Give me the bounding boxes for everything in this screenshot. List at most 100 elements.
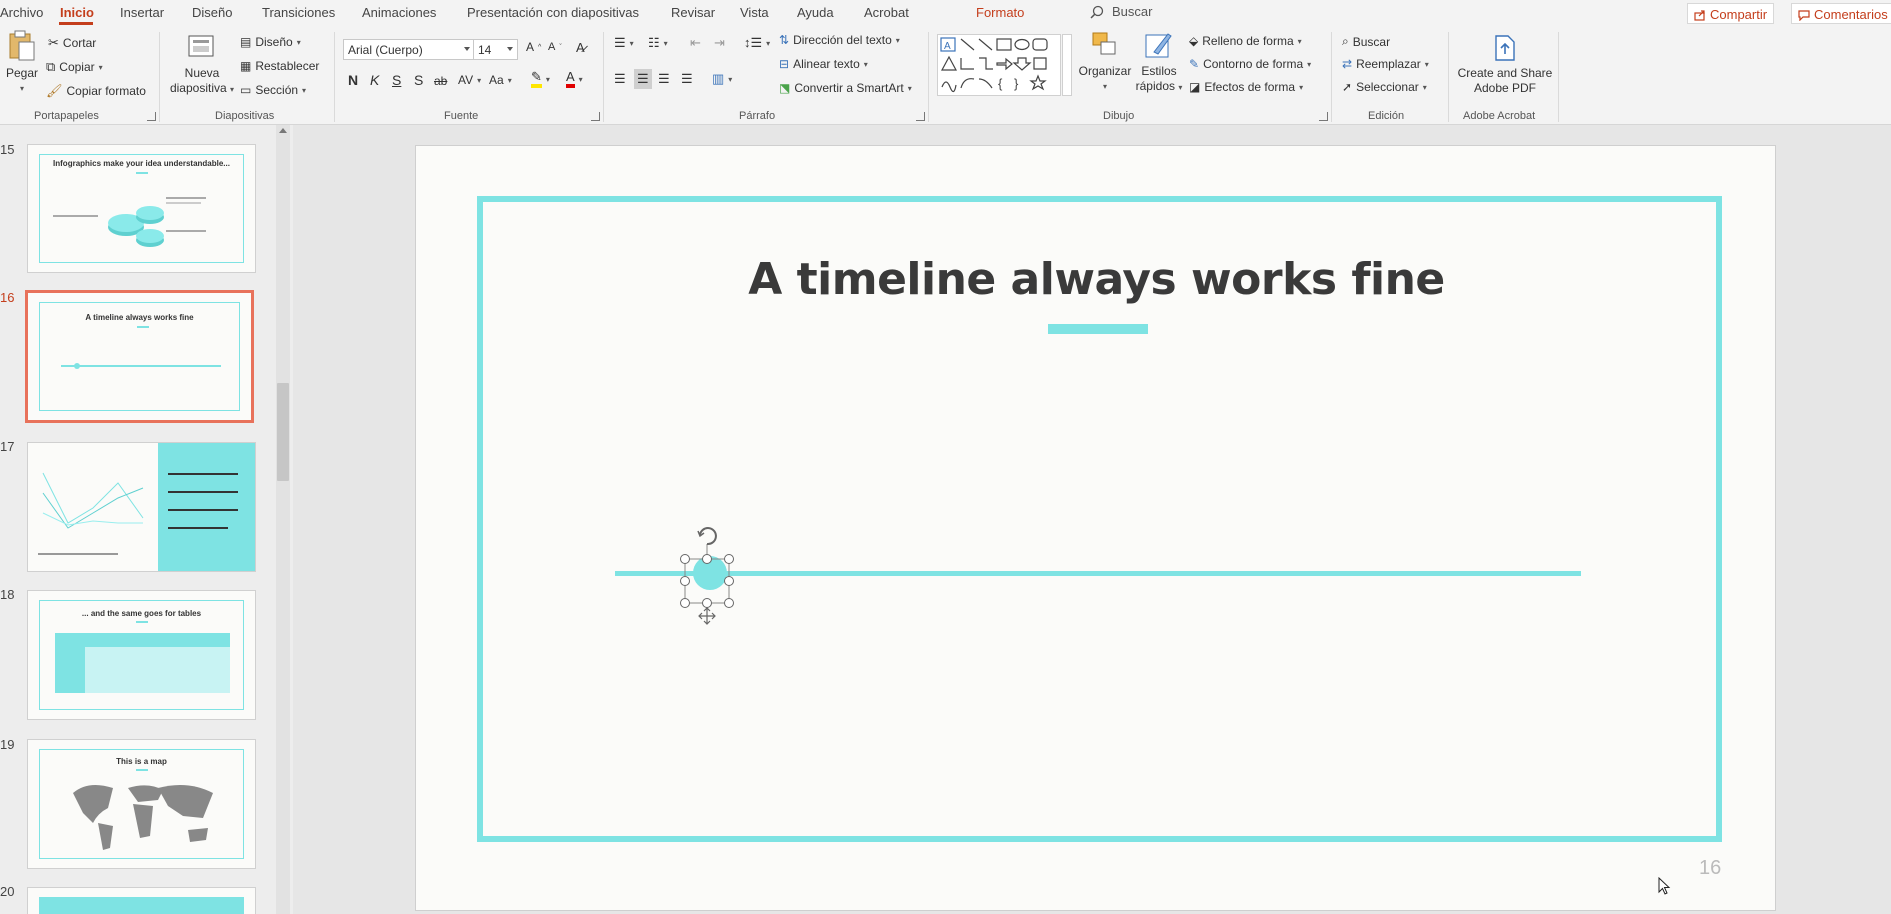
resize-handle[interactable]	[702, 554, 712, 564]
slide-editing-canvas[interactable]: A timeline always works fine 16	[293, 125, 1891, 914]
char-spacing-button[interactable]: AV ▾	[458, 73, 481, 87]
quick-styles-button[interactable]: Estilos rápidos ▾	[1135, 30, 1183, 95]
find-button[interactable]: ⌕ Buscar	[1342, 34, 1390, 49]
comments-button[interactable]: Comentarios	[1791, 3, 1891, 24]
selection-frame	[684, 527, 730, 625]
panel-scroll-thumb[interactable]	[277, 383, 289, 481]
tell-me-search[interactable]: Buscar	[1090, 4, 1152, 19]
grow-font-button[interactable]: A ^	[526, 40, 541, 54]
tab-presentacion[interactable]: Presentación con diapositivas	[467, 5, 639, 20]
format-painter-button[interactable]: 🖌 Copiar formato	[46, 83, 146, 99]
align-right-button[interactable]: ☰	[658, 71, 670, 87]
resize-handle[interactable]	[702, 598, 712, 608]
thumbnail-table	[55, 633, 230, 693]
resize-handle[interactable]	[724, 576, 734, 586]
text-line	[168, 473, 238, 475]
arrange-label: Organizar	[1078, 64, 1132, 78]
slide-thumbnail-16[interactable]: A timeline always works fine	[25, 290, 254, 423]
italic-button[interactable]: K	[370, 72, 379, 88]
justify-button[interactable]: ☰	[681, 71, 693, 87]
font-name-combo[interactable]: Arial (Cuerpo)	[343, 39, 475, 60]
increase-indent-button[interactable]: ⇥	[714, 35, 725, 51]
share-button[interactable]: Compartir	[1687, 3, 1775, 24]
change-case-button[interactable]: Aa ▾	[489, 73, 512, 87]
font-color-button[interactable]: A ▾	[566, 70, 583, 88]
timeline-line[interactable]	[615, 571, 1581, 576]
replace-button[interactable]: ⇄ Reemplazar ▾	[1342, 57, 1429, 71]
section-button[interactable]: ▭ Sección ▾	[240, 83, 306, 97]
layout-button[interactable]: ▤ Diseño ▾	[240, 35, 301, 49]
decrease-indent-button[interactable]: ⇤	[690, 35, 701, 51]
shapes-gallery-scroll[interactable]	[1062, 34, 1072, 96]
new-slide-button[interactable]: Nueva diapositiva ▾	[168, 32, 236, 97]
columns-button[interactable]: ▥ ▾	[712, 71, 732, 87]
copy-button[interactable]: ⧉ Copiar ▾	[46, 59, 103, 75]
reset-button[interactable]: ▦ Restablecer	[240, 59, 319, 73]
slide-thumbnail-19[interactable]: This is a map	[27, 739, 256, 869]
line-chart-icon	[42, 472, 144, 529]
text-direction-button[interactable]: ⇅ Dirección del texto ▾	[779, 33, 900, 47]
current-slide[interactable]: A timeline always works fine 16	[415, 145, 1776, 911]
scroll-up-arrow-icon[interactable]	[279, 128, 287, 133]
arrange-button[interactable]: Organizar ▾	[1076, 30, 1134, 94]
dialog-launcher-icon[interactable]	[1319, 112, 1328, 121]
slide-thumbnail-18[interactable]: ... and the same goes for tables	[27, 590, 256, 720]
tab-animaciones[interactable]: Animaciones	[362, 5, 436, 20]
slide-thumbnail-15[interactable]: Infographics make your idea understandab…	[27, 144, 256, 273]
create-pdf-button[interactable]: Create and Share Adobe PDF	[1455, 32, 1555, 96]
tab-formato[interactable]: Formato	[976, 5, 1024, 20]
bullets-button[interactable]: ☰ ▾	[614, 35, 634, 51]
line-spacing-button[interactable]: ↕☰ ▾	[744, 35, 770, 51]
shape-fill-button[interactable]: ⬙ Relleno de forma ▾	[1189, 34, 1302, 48]
shadow-button[interactable]: S	[414, 72, 423, 88]
resize-handle[interactable]	[680, 598, 690, 608]
resize-handle[interactable]	[680, 576, 690, 586]
tab-diseno[interactable]: Diseño	[192, 5, 232, 20]
shapes-gallery[interactable]: A {}	[937, 34, 1061, 96]
tab-transiciones[interactable]: Transiciones	[262, 5, 335, 20]
tab-inicio[interactable]: Inicio	[60, 5, 94, 20]
slide-thumbnail-panel[interactable]: 15 Infographics make your idea understan…	[0, 125, 293, 914]
tab-archivo[interactable]: Archivo	[0, 5, 43, 20]
tab-ayuda[interactable]: Ayuda	[797, 5, 834, 20]
cut-button[interactable]: ✂ Cortar	[48, 35, 96, 51]
shape-outline-button[interactable]: ✎ Contorno de forma ▾	[1189, 57, 1311, 71]
underline-button[interactable]: S	[392, 72, 401, 88]
strikethrough-button[interactable]: ab	[434, 74, 447, 88]
numbering-button[interactable]: ☷ ▾	[648, 35, 668, 51]
group-label-clipboard: Portapapeles	[34, 110, 99, 122]
tab-acrobat[interactable]: Acrobat	[864, 5, 909, 20]
paste-button[interactable]: Pegar ▾	[4, 30, 40, 96]
smartart-label: Convertir a SmartArt	[794, 81, 904, 95]
dialog-launcher-icon[interactable]	[147, 112, 156, 121]
panel-scrollbar[interactable]	[276, 125, 290, 914]
tab-insertar[interactable]: Insertar	[120, 5, 164, 20]
thumbnail-accent-bar	[136, 621, 148, 623]
tab-revisar[interactable]: Revisar	[671, 5, 715, 20]
resize-handle[interactable]	[680, 554, 690, 564]
group-separator	[928, 32, 929, 122]
group-separator	[1331, 32, 1332, 122]
highlight-button[interactable]: ✎ ▾	[531, 70, 550, 88]
stacked-discs-icon	[108, 206, 164, 247]
select-button[interactable]: ➚ Seleccionar ▾	[1342, 80, 1427, 94]
dialog-launcher-icon[interactable]	[916, 112, 925, 121]
resize-handle[interactable]	[724, 554, 734, 564]
dialog-launcher-icon[interactable]	[591, 112, 600, 121]
text-line	[166, 202, 201, 204]
copy-icon: ⧉	[46, 59, 56, 74]
align-left-button[interactable]: ☰	[614, 71, 626, 87]
slide-thumbnail-20[interactable]	[27, 887, 256, 914]
align-text-button[interactable]: ⊟ Alinear texto ▾	[779, 57, 868, 71]
font-size-combo[interactable]: 14	[473, 39, 518, 60]
smartart-button[interactable]: ⬔ Convertir a SmartArt ▾	[779, 81, 912, 95]
resize-handle[interactable]	[724, 598, 734, 608]
bold-button[interactable]: N	[348, 72, 358, 88]
tab-vista[interactable]: Vista	[740, 5, 769, 20]
align-center-button[interactable]: ☰	[634, 69, 652, 89]
shrink-font-button[interactable]: Aˇ	[548, 41, 562, 53]
clear-formatting-button[interactable]: A̷	[576, 40, 585, 55]
shape-effects-button[interactable]: ◪ Efectos de forma ▾	[1189, 80, 1303, 94]
slide-title[interactable]: A timeline always works fine	[416, 254, 1777, 305]
slide-thumbnail-17[interactable]	[27, 442, 256, 572]
